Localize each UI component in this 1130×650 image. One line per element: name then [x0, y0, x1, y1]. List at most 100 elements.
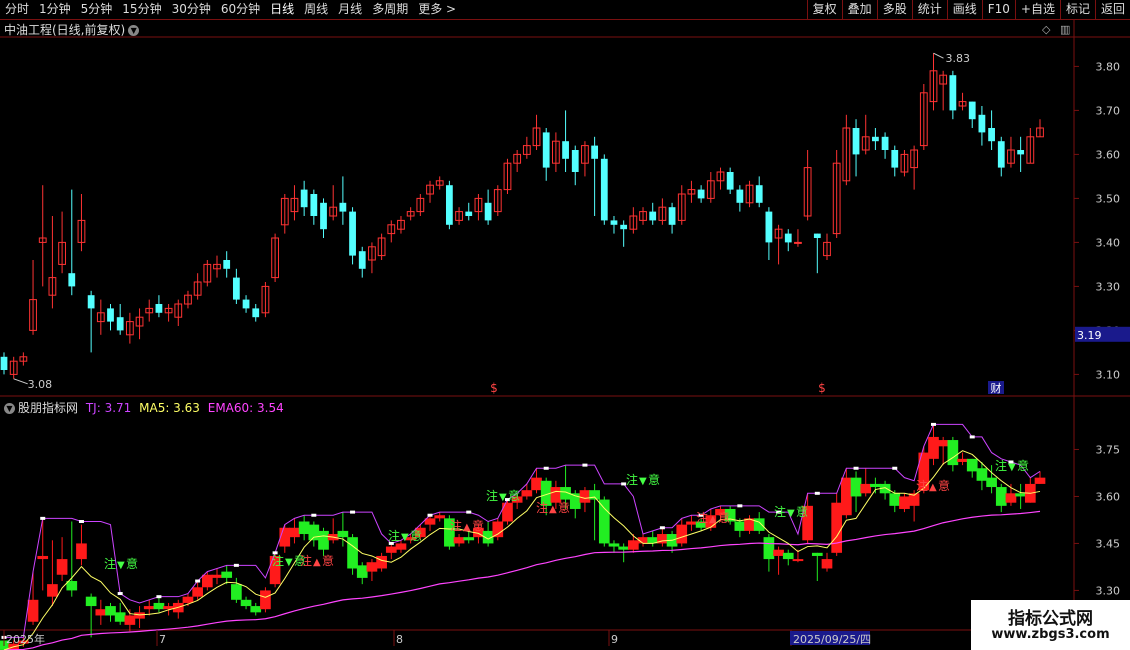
ind-candle-body — [444, 518, 455, 547]
ind-candle-body — [366, 562, 378, 572]
chart-corner-tools: ◇ ▥ — [1042, 23, 1070, 36]
ind-candle-body — [589, 490, 600, 500]
signal-yi: 意 — [472, 518, 484, 533]
high-pointer — [933, 52, 944, 59]
signal-arrow: ▲ — [709, 514, 717, 525]
ind-candle-body — [298, 521, 310, 535]
ind-candle-body — [957, 458, 968, 462]
ind-candle-body — [269, 555, 281, 585]
x-label-1: 7 — [159, 633, 166, 646]
signal-arrow: ▲ — [929, 482, 937, 493]
ind-candle-body — [811, 552, 823, 556]
tj-line — [4, 423, 1041, 638]
candle-body — [48, 277, 57, 296]
ind-candle-body — [376, 555, 387, 569]
period-tab-5[interactable]: 60分钟 — [216, 0, 265, 19]
candle-body — [649, 211, 657, 221]
ind-candle-body — [1024, 483, 1036, 503]
ind-candle-body — [676, 524, 688, 544]
chevron-down-icon[interactable]: ▼ — [4, 403, 15, 414]
action-button-1[interactable]: 叠加 — [841, 0, 877, 19]
candle-body — [329, 206, 338, 217]
tj-marker — [466, 510, 472, 514]
candle-body — [832, 162, 841, 235]
candle-body — [445, 185, 453, 225]
signal-yi: 意 — [938, 478, 950, 493]
period-tab-1[interactable]: 1分钟 — [34, 0, 76, 19]
signal-zhu: 注 — [696, 510, 708, 525]
signal-yi: 意 — [410, 528, 422, 543]
dividend-marker: $ — [818, 381, 826, 395]
diamond-icon[interactable]: ◇ — [1042, 23, 1050, 36]
period-tab-8[interactable]: 月线 — [333, 0, 367, 19]
price-tick-label-6: 3.70 — [1096, 104, 1121, 117]
tj-marker — [930, 422, 936, 426]
ind-candle-body — [482, 530, 494, 544]
ind-candle-body — [221, 571, 233, 578]
candle-body — [58, 241, 66, 265]
candle-body — [125, 321, 134, 336]
period-tab-3[interactable]: 15分钟 — [117, 0, 166, 19]
ind-candle-body — [95, 609, 107, 616]
ind-candle-body — [260, 590, 271, 610]
ind-tick-label-1: 3.45 — [1096, 537, 1121, 550]
candle-body — [223, 260, 231, 269]
period-tab-6[interactable]: 日线 — [265, 0, 299, 19]
ind-tick-label-0: 3.30 — [1096, 584, 1121, 597]
action-button-3[interactable]: 统计 — [911, 0, 947, 19]
period-tab-9[interactable]: 多周期 — [367, 0, 413, 19]
candle-body — [794, 241, 802, 244]
action-button-0[interactable]: 复权 — [806, 0, 842, 19]
ind-candle-body — [686, 521, 697, 525]
period-tab-0[interactable]: 分时 — [0, 0, 34, 19]
period-tab-4[interactable]: 30分钟 — [167, 0, 216, 19]
candle-body — [232, 277, 240, 300]
period-tab-7[interactable]: 周线 — [299, 0, 333, 19]
signal-zhu: 注 — [388, 528, 400, 543]
candle-body — [542, 132, 550, 168]
chevron-down-icon[interactable]: ▼ — [128, 25, 140, 36]
signal-arrow: ▼ — [787, 508, 795, 519]
ind-candle-body — [986, 477, 997, 488]
ind-candle-body — [347, 537, 358, 569]
candle-body — [455, 211, 463, 221]
action-button-5[interactable]: F10 — [981, 0, 1015, 19]
stock-chart: 3.10 3.20 3.30 3.40 3.50 3.60 3.70 3.80 3.19 3.83… — [0, 20, 1130, 650]
tj-marker — [698, 513, 704, 517]
ind-candle-body — [143, 606, 155, 610]
signal-arrow: ▲ — [313, 557, 321, 568]
ind-candle-body — [908, 493, 920, 506]
period-tab-10[interactable]: 更多 > — [413, 0, 461, 19]
ind-candle-body — [879, 483, 891, 494]
x-label-3: 9 — [611, 633, 618, 646]
ind-candle-body — [134, 612, 145, 619]
action-button-4[interactable]: 画线 — [946, 0, 982, 19]
ind-candle-body — [66, 581, 78, 591]
ind-candle-body — [618, 546, 630, 550]
candle-body — [706, 180, 715, 199]
price-tick-label-0: 3.10 — [1096, 368, 1121, 381]
signal-yi: 意 — [648, 472, 660, 487]
ind-candle-body — [1015, 493, 1026, 497]
ind-candle-body — [889, 493, 901, 506]
ind-candle-body — [492, 521, 504, 538]
period-tab-2[interactable]: 5分钟 — [76, 0, 118, 19]
action-button-8[interactable]: 返回 — [1094, 0, 1130, 19]
candle-body — [9, 360, 18, 375]
candle-body — [416, 197, 425, 213]
tj-marker — [117, 592, 123, 596]
candle-body — [261, 285, 270, 314]
candle-body — [68, 273, 76, 287]
candle-body — [87, 295, 95, 309]
ind-candle-body — [695, 521, 707, 528]
ind-candle-body — [8, 643, 20, 650]
panel-toggle-icon[interactable]: ▥ — [1060, 23, 1070, 36]
candle-body — [320, 202, 327, 230]
action-button-7[interactable]: 标记 — [1059, 0, 1095, 19]
signal-zhu: 注 — [626, 472, 638, 487]
action-button-2[interactable]: 多股 — [876, 0, 912, 19]
period-toolbar: 分时 1分钟 5分钟 15分钟 30分钟 60分钟 日线 周线 月线 多周期 更多 > 复权 叠加 多股… — [0, 0, 1130, 20]
tj-marker — [543, 466, 549, 470]
action-button-6[interactable]: +自选 — [1014, 0, 1060, 19]
ind-candle-body — [598, 499, 610, 544]
